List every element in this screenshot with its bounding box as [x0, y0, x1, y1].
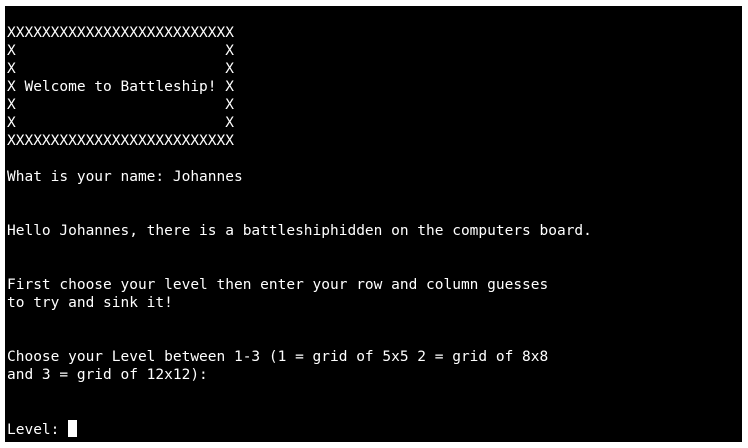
banner-border-bottom: XXXXXXXXXXXXXXXXXXXXXXXXXX [7, 133, 234, 149]
greeting-line: Hello Johannes, there is a battleshiphid… [7, 223, 592, 239]
banner-border-top: XXXXXXXXXXXXXXXXXXXXXXXXXX [7, 25, 234, 41]
banner-border-line: X X [7, 61, 234, 77]
terminal-window[interactable]: XXXXXXXXXXXXXXXXXXXXXXXXXX X X X X X Wel… [5, 6, 742, 442]
text-cursor[interactable] [68, 420, 78, 437]
level-instructions-line: and 3 = grid of 12x12): [7, 367, 208, 383]
instructions-line: to try and sink it! [7, 295, 173, 311]
instructions-line: First choose your level then enter your … [7, 277, 549, 293]
terminal-output: XXXXXXXXXXXXXXXXXXXXXXXXXX X X X X X Wel… [7, 24, 592, 438]
name-prompt-line: What is your name: Johannes [7, 169, 243, 185]
level-prompt: Level: [7, 422, 69, 438]
banner-border-line: X X [7, 115, 234, 131]
level-input-line[interactable]: Level: [7, 420, 592, 438]
banner-border-line: X X [7, 43, 234, 59]
banner-welcome-line: X Welcome to Battleship! X [7, 79, 234, 95]
level-instructions-line: Choose your Level between 1-3 (1 = grid … [7, 349, 549, 365]
banner-border-line: X X [7, 97, 234, 113]
